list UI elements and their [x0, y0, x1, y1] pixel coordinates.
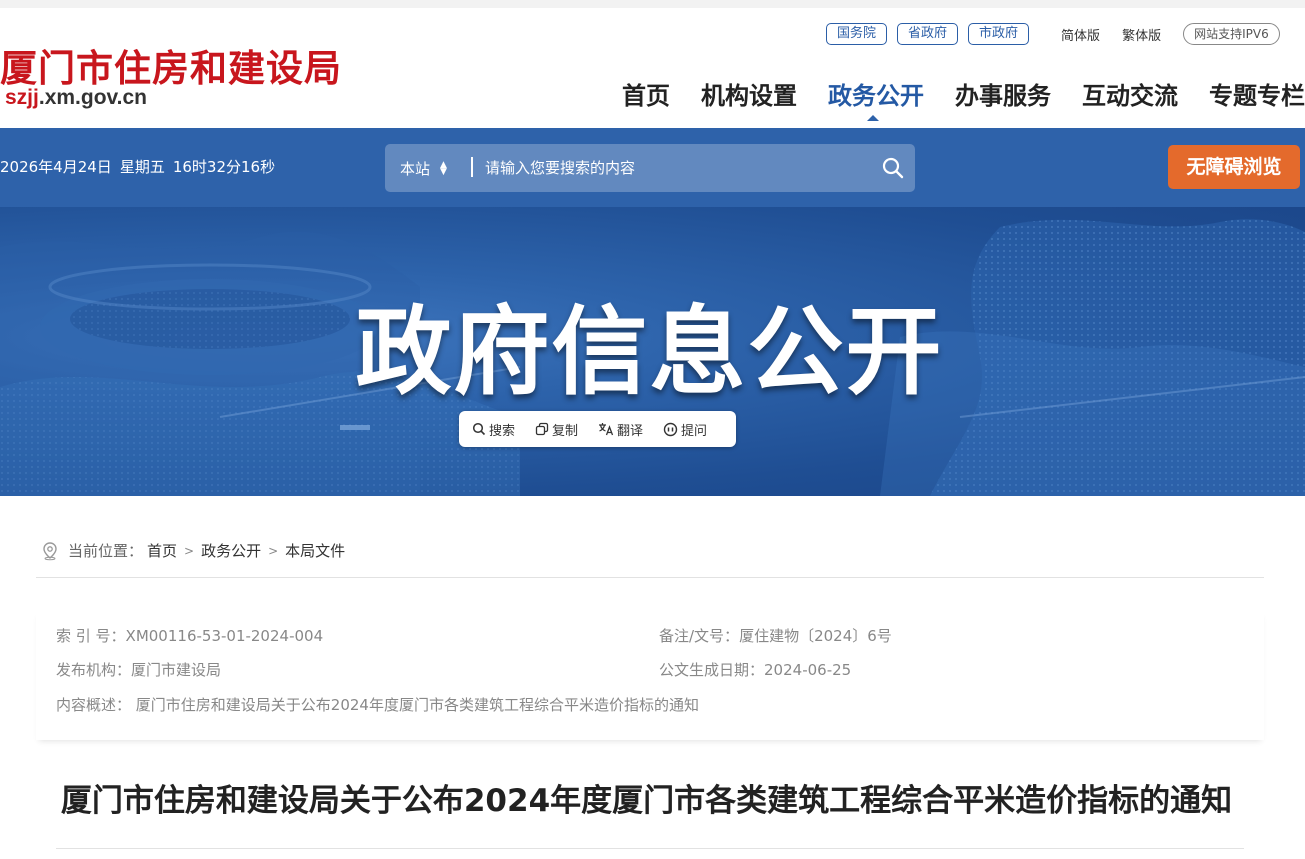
toolbar-copy-label: 复制 — [552, 423, 579, 439]
chevron-right-icon: > — [184, 543, 195, 558]
active-nav-caret — [867, 115, 879, 121]
domain-prefix: szjj — [5, 86, 39, 109]
utility-bar: 2026年4月24日星期五 16时32分16秒 本站 ▲▼ 无障碍浏览 — [0, 128, 1305, 207]
banner-title: 政府信息公开 — [355, 296, 944, 408]
meta-summary-value: 厦门市住房和建设局关于公布2024年度厦门市各类建筑工程综合平米造价指标的通知 — [135, 696, 699, 714]
search-input[interactable] — [485, 150, 865, 186]
accessibility-button[interactable]: 无障碍浏览 — [1168, 145, 1300, 189]
link-municipal-gov[interactable]: 市政府 — [968, 23, 1030, 45]
site-title[interactable]: 厦门市住房和建设局 — [0, 38, 342, 92]
breadcrumb-home[interactable]: 首页 — [147, 540, 177, 561]
meta-docno: 备注/文号：厦住建物〔2024〕6号 — [659, 625, 892, 646]
domain-suffix: .xm.gov.cn — [38, 86, 147, 109]
updown-arrows-icon: ▲ ▼ — [440, 159, 447, 177]
current-date: 2026年4月24日 — [0, 158, 112, 176]
location-pin-icon — [43, 541, 57, 560]
breadcrumb-label: 当前位置： — [68, 542, 144, 560]
search-icon — [472, 422, 486, 436]
meta-date-label: 公文生成日期： — [659, 661, 765, 679]
meta-date: 公文生成日期：2024-06-25 — [659, 659, 851, 680]
translate-icon — [599, 423, 614, 436]
meta-summary-label: 内容概述： — [56, 696, 132, 714]
meta-index: 索 引 号：XM00116-53-01-2024-004 — [56, 625, 323, 646]
search-divider — [471, 157, 473, 177]
breadcrumb-divider — [36, 577, 1264, 578]
toolbar-search-label: 搜索 — [489, 423, 516, 439]
toolbar-translate-button[interactable]: 翻译 — [598, 420, 643, 439]
lang-traditional-link[interactable]: 繁体版 — [1122, 25, 1161, 44]
breadcrumb-bureau-docs[interactable]: 本局文件 — [285, 540, 345, 561]
document-metadata: 索 引 号：XM00116-53-01-2024-004 备注/文号：厦住建物〔… — [36, 610, 1264, 740]
search-scope-label: 本站 — [400, 160, 431, 178]
meta-index-label: 索 引 号： — [56, 627, 126, 645]
nav-organization[interactable]: 机构设置 — [701, 76, 797, 111]
current-time: 16时32分16秒 — [172, 158, 276, 176]
ipv6-badge: 网站支持IPV6 — [1183, 23, 1280, 45]
breadcrumb: 当前位置： 首页 > 政务公开 > 本局文件 — [40, 540, 345, 561]
copy-icon — [535, 422, 549, 436]
meta-date-value: 2024-06-25 — [764, 661, 852, 679]
selection-toolbar: 搜索 复制 翻译 提问 — [459, 411, 736, 447]
ask-icon — [663, 422, 678, 436]
title-divider — [56, 848, 1244, 849]
top-strip — [0, 0, 1305, 8]
link-provincial-gov[interactable]: 省政府 — [897, 23, 959, 45]
search-icon[interactable] — [881, 156, 905, 180]
nav-services[interactable]: 办事服务 — [955, 76, 1051, 111]
hero-banner: 政府信息公开 搜索 复制 翻译 提问 — [0, 207, 1305, 496]
site-header: 厦门市住房和建设局 szjj.xm.gov.cn 国务院 省政府 市政府 简体版… — [0, 8, 1305, 128]
meta-docno-label: 备注/文号： — [659, 627, 740, 645]
lang-simplified-link[interactable]: 简体版 — [1061, 25, 1100, 44]
meta-publisher: 发布机构：厦门市建设局 — [56, 659, 221, 680]
meta-index-value: XM00116-53-01-2024-004 — [125, 627, 324, 645]
link-state-council[interactable]: 国务院 — [826, 23, 888, 45]
top-links: 国务院 省政府 市政府 简体版 繁体版 网站支持IPV6 — [826, 23, 1280, 45]
search-box: 本站 ▲ ▼ — [385, 144, 915, 192]
nav-special-topics[interactable]: 专题专栏 — [1209, 76, 1305, 111]
meta-publisher-label: 发布机构： — [56, 661, 132, 679]
toolbar-translate-label: 翻译 — [617, 423, 644, 439]
nav-home[interactable]: 首页 — [622, 76, 670, 111]
breadcrumb-gov-affairs[interactable]: 政务公开 — [201, 540, 261, 561]
search-scope-select[interactable]: 本站 ▲ ▼ — [400, 158, 447, 179]
toolbar-ask-label: 提问 — [681, 423, 708, 439]
toolbar-ask-button[interactable]: 提问 — [663, 420, 707, 439]
main-nav: 首页 机构设置 政务公开 办事服务 互动交流 专题专栏 — [622, 76, 1305, 111]
chevron-right-icon: > — [268, 543, 279, 558]
toolbar-search-button[interactable]: 搜索 — [472, 420, 515, 439]
document-title: 厦门市住房和建设局关于公布2024年度厦门市各类建筑工程综合平米造价指标的通知 — [60, 783, 1233, 819]
meta-docno-value: 厦住建物〔2024〕6号 — [739, 627, 892, 645]
current-weekday: 星期五 — [119, 158, 165, 176]
site-domain: szjj.xm.gov.cn — [5, 86, 147, 110]
nav-gov-affairs[interactable]: 政务公开 — [828, 76, 924, 111]
meta-publisher-value: 厦门市建设局 — [131, 661, 222, 679]
current-datetime: 2026年4月24日 星期五 16时32分16秒 — [0, 156, 283, 177]
toolbar-copy-button[interactable]: 复制 — [535, 420, 578, 439]
nav-interaction[interactable]: 互动交流 — [1082, 76, 1178, 111]
meta-summary: 内容概述： 厦门市住房和建设局关于公布2024年度厦门市各类建筑工程综合平米造价… — [56, 694, 699, 715]
